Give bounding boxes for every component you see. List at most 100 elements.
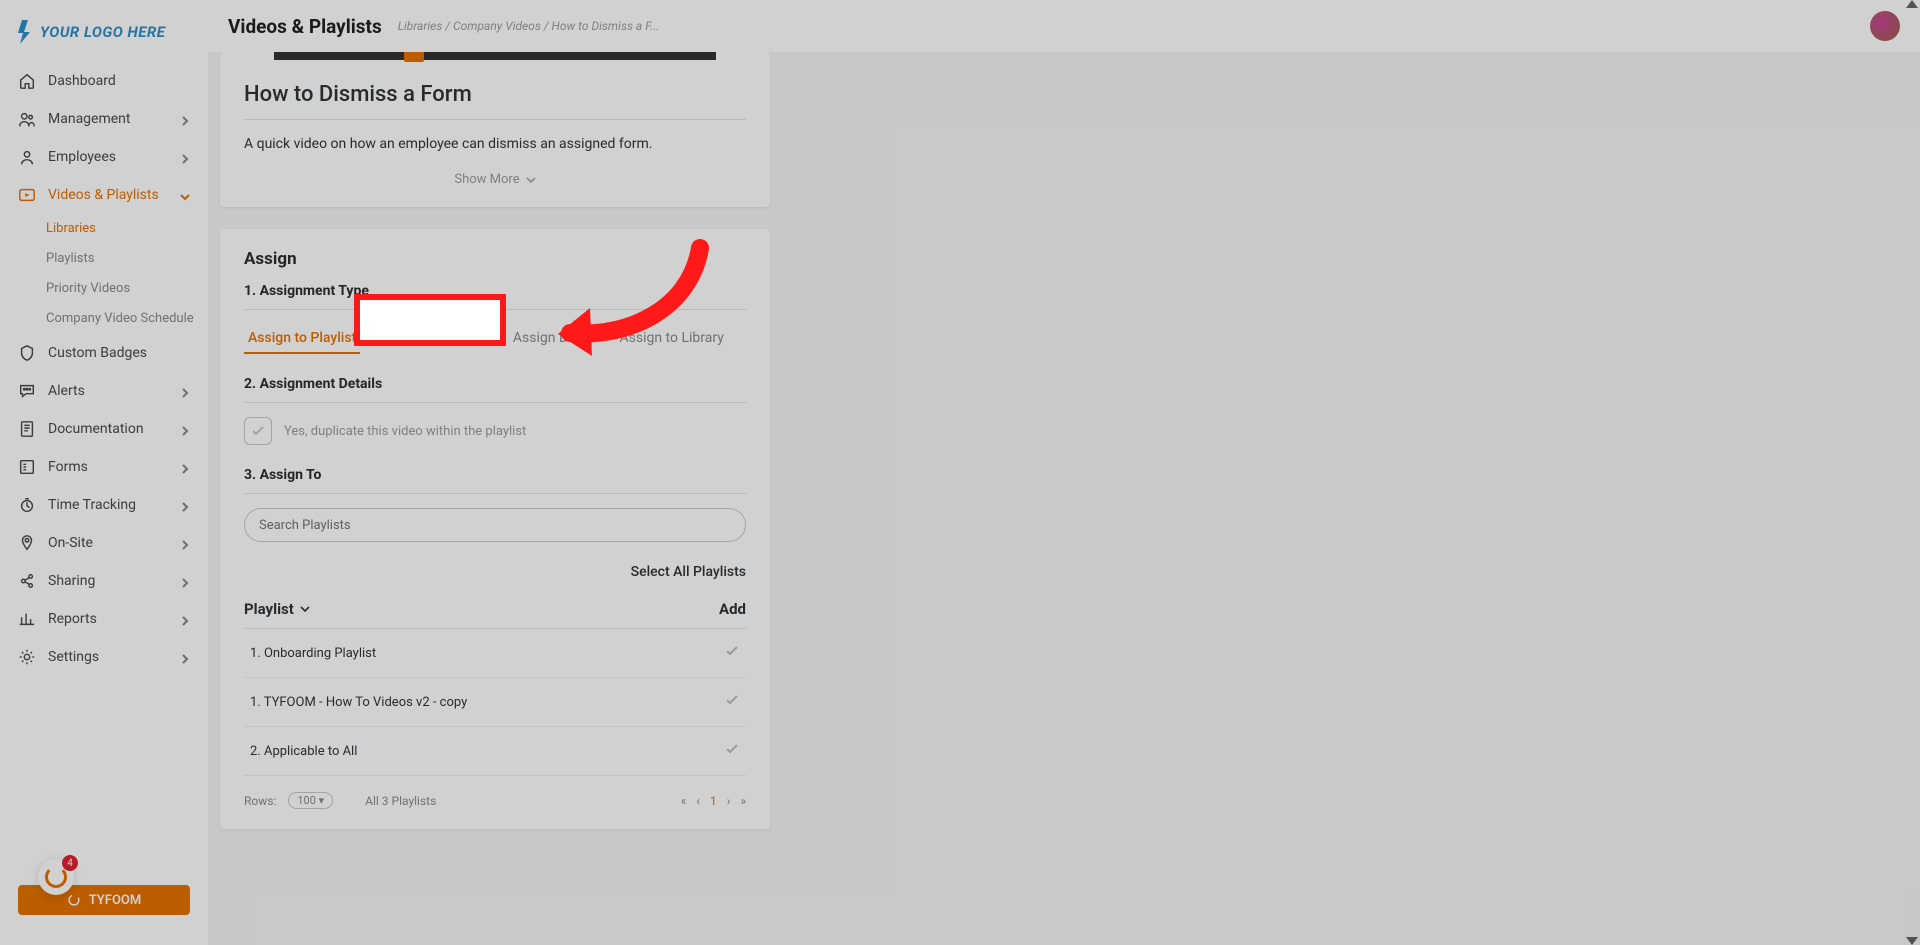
scrollbar-track[interactable]	[1908, 52, 1916, 937]
assign-heading: Assign	[244, 249, 746, 269]
main: Videos & Playlists Libraries / Company V…	[208, 0, 1920, 945]
page-last[interactable]: »	[740, 794, 746, 808]
chevron-right-icon	[180, 614, 190, 624]
nav-management[interactable]: Management	[0, 100, 208, 138]
scroll-up-icon[interactable]	[1906, 0, 1918, 8]
select-all-playlists[interactable]: Select All Playlists	[244, 564, 746, 580]
duplicate-label: Yes, duplicate this video within the pla…	[284, 424, 526, 439]
show-more-label: Show More	[454, 172, 519, 187]
page-next[interactable]: ›	[727, 794, 731, 808]
nav-label: Custom Badges	[48, 345, 147, 361]
nav-dashboard[interactable]: Dashboard	[0, 62, 208, 100]
nav-label: Alerts	[48, 383, 85, 399]
search-playlists-input[interactable]	[244, 508, 746, 542]
assign-card: Assign 1. Assignment Type Assign to Play…	[220, 229, 770, 829]
nav-label: On-Site	[48, 535, 93, 551]
nav-forms[interactable]: Forms	[0, 448, 208, 486]
col-playlist[interactable]: Playlist	[244, 600, 310, 618]
col-label: Playlist	[244, 600, 294, 618]
nav-label: Documentation	[48, 421, 144, 437]
help-bubble[interactable]: 4	[38, 859, 74, 895]
table-row: 1. TYFOOM - How To Videos v2 - copy	[244, 678, 746, 727]
nav-onsite[interactable]: On-Site	[0, 524, 208, 562]
rows-label: Rows:	[244, 794, 276, 808]
page-first[interactable]: «	[681, 794, 687, 808]
topbar: Videos & Playlists Libraries / Company V…	[208, 0, 1920, 52]
stopwatch-icon	[18, 496, 36, 514]
swirl-icon	[67, 893, 81, 907]
breadcrumb[interactable]: Libraries / Company Videos / How to Dism…	[398, 19, 660, 33]
playlist-name: 1. TYFOOM - How To Videos v2 - copy	[250, 695, 467, 710]
tab-assign-direct[interactable]: Assign Direct	[509, 324, 600, 354]
chevron-right-icon	[180, 424, 190, 434]
nav-label: Forms	[48, 459, 88, 475]
video-description: A quick video on how an employee can dis…	[244, 136, 746, 152]
nav-time-tracking[interactable]: Time Tracking	[0, 486, 208, 524]
logo: YOUR LOGO HERE	[0, 12, 208, 62]
help-badge: 4	[62, 855, 78, 871]
show-more-button[interactable]: Show More	[244, 172, 746, 187]
tab-assign-priority[interactable]: Assign as Priority	[376, 324, 493, 354]
logo-icon	[18, 20, 32, 44]
add-playlist-check[interactable]	[724, 692, 740, 712]
logo-text: YOUR LOGO HERE	[40, 23, 165, 41]
nav-label: Employees	[48, 149, 116, 165]
chart-icon	[18, 610, 36, 628]
people-icon	[18, 110, 36, 128]
nav-label: Sharing	[48, 573, 95, 589]
chevron-right-icon	[180, 576, 190, 586]
forms-icon	[18, 458, 36, 476]
section-heading: 3. Assign To	[244, 467, 746, 494]
section-assignment-details: 2. Assignment Details Yes, duplicate thi…	[244, 376, 746, 445]
page-title: Videos & Playlists	[228, 15, 382, 38]
pin-icon	[18, 534, 36, 552]
table-row: 2. Applicable to All	[244, 727, 746, 776]
person-icon	[18, 148, 36, 166]
nav-employees[interactable]: Employees	[0, 138, 208, 176]
chevron-right-icon	[180, 114, 190, 124]
section-assignment-type: 1. Assignment Type Assign to Playlist As…	[244, 283, 746, 354]
table-header: Playlist Add	[244, 600, 746, 629]
nav-alerts[interactable]: Alerts	[0, 372, 208, 410]
check-icon	[250, 423, 266, 439]
avatar[interactable]	[1870, 11, 1900, 41]
nav-sharing[interactable]: Sharing	[0, 562, 208, 600]
playlist-name: 2. Applicable to All	[250, 744, 357, 759]
add-playlist-check[interactable]	[724, 643, 740, 663]
content: How to Dismiss a Form A quick video on h…	[208, 52, 1920, 945]
nav-sub-libraries[interactable]: Libraries	[0, 214, 208, 244]
tab-assign-library[interactable]: Assign to Library	[615, 324, 727, 354]
nav-label: Reports	[48, 611, 97, 627]
nav-custom-badges[interactable]: Custom Badges	[0, 334, 208, 372]
gear-icon	[18, 648, 36, 666]
play-icon	[18, 186, 36, 204]
nav-sub-playlists[interactable]: Playlists	[0, 244, 208, 274]
scroll-down-icon[interactable]	[1906, 937, 1918, 945]
video-thumb	[274, 52, 716, 60]
duplicate-checkbox[interactable]	[244, 417, 272, 445]
page-prev[interactable]: ‹	[696, 794, 700, 808]
nav-settings[interactable]: Settings	[0, 638, 208, 676]
nav-documentation[interactable]: Documentation	[0, 410, 208, 448]
app-root: YOUR LOGO HERE Dashboard Management Empl…	[0, 0, 1920, 945]
nav-label: Management	[48, 111, 130, 127]
nav-label: Dashboard	[48, 73, 116, 89]
nav-label: Time Tracking	[48, 497, 136, 513]
table-row: 1. Onboarding Playlist	[244, 629, 746, 678]
chevron-right-icon	[180, 500, 190, 510]
nav-sub-company-schedule[interactable]: Company Video Schedule	[0, 304, 208, 334]
add-playlist-check[interactable]	[724, 741, 740, 761]
tab-assign-playlist[interactable]: Assign to Playlist	[244, 324, 360, 354]
chat-icon	[18, 382, 36, 400]
nav-label: Videos & Playlists	[48, 187, 159, 203]
nav-label: Settings	[48, 649, 99, 665]
page-current: 1	[710, 794, 717, 808]
rows-value: 100	[297, 794, 316, 807]
nav-sub-priority-videos[interactable]: Priority Videos	[0, 274, 208, 304]
swirl-icon	[45, 866, 67, 888]
nav-videos-playlists[interactable]: Videos & Playlists	[0, 176, 208, 214]
rows-select[interactable]: 100 ▾	[288, 792, 333, 809]
tyfoom-label: TYFOOM	[89, 893, 142, 908]
chevron-down-icon	[526, 175, 536, 185]
nav-reports[interactable]: Reports	[0, 600, 208, 638]
